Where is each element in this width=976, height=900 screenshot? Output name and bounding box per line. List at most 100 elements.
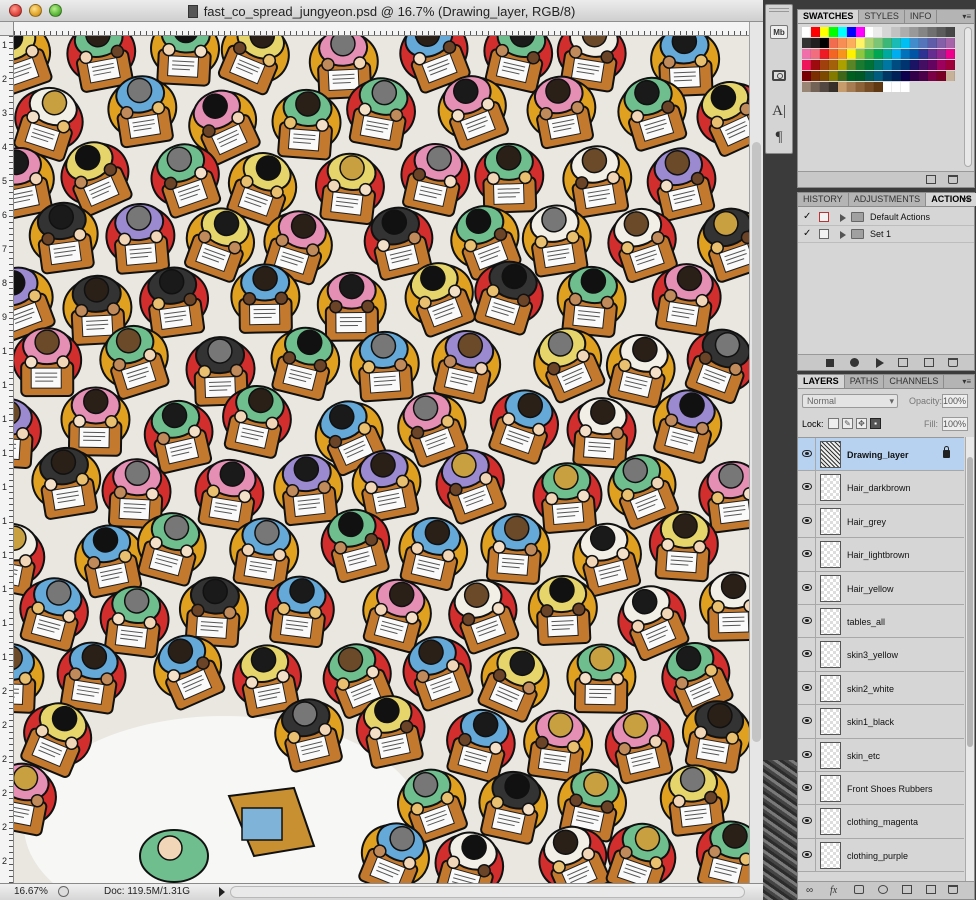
layer-thumbnail[interactable] (820, 441, 841, 468)
color-swatch[interactable] (829, 60, 838, 70)
color-swatch[interactable] (874, 27, 883, 37)
color-swatch[interactable] (838, 71, 847, 81)
color-swatch[interactable] (811, 49, 820, 59)
color-swatch[interactable] (901, 49, 910, 59)
color-swatch[interactable] (946, 60, 955, 70)
canvas[interactable] (14, 36, 749, 883)
eye-icon[interactable] (802, 850, 812, 858)
color-swatch[interactable] (811, 27, 820, 37)
color-swatch[interactable] (919, 60, 928, 70)
layers-scrollbar[interactable] (965, 437, 974, 883)
color-swatch[interactable] (901, 38, 910, 48)
eye-icon[interactable] (802, 483, 812, 491)
layers-scroll-thumb[interactable] (967, 457, 973, 747)
tab-swatches[interactable]: SWATCHES (798, 10, 860, 23)
eye-icon[interactable] (802, 817, 812, 825)
layer-thumbnail[interactable] (820, 841, 841, 869)
color-swatch[interactable] (892, 71, 901, 81)
adjustment-icon[interactable] (878, 885, 888, 894)
color-swatch[interactable] (865, 60, 874, 70)
trash-icon[interactable] (948, 175, 958, 184)
color-swatch[interactable] (937, 38, 946, 48)
eye-icon[interactable] (802, 650, 812, 658)
expand-triangle-icon[interactable] (840, 231, 846, 239)
color-swatch[interactable] (883, 82, 892, 92)
layer-row[interactable]: Drawing_layer (798, 438, 964, 472)
layer-thumbnail[interactable] (820, 474, 841, 502)
layer-thumbnail[interactable] (820, 507, 841, 535)
color-swatch[interactable] (847, 27, 856, 37)
color-swatch[interactable] (928, 38, 937, 48)
toggle-dialog-icon[interactable] (819, 212, 829, 222)
eye-icon[interactable] (802, 550, 812, 558)
tab-styles[interactable]: STYLES (859, 10, 905, 23)
color-swatch[interactable] (811, 60, 820, 70)
color-swatch[interactable] (946, 71, 955, 81)
color-swatch[interactable] (856, 27, 865, 37)
color-swatch[interactable] (892, 82, 901, 92)
fx-icon[interactable]: fx (830, 885, 837, 896)
color-swatch[interactable] (811, 82, 820, 92)
swatches-scrollbar[interactable] (964, 27, 972, 167)
stop-icon[interactable] (826, 359, 834, 367)
color-swatch[interactable] (919, 49, 928, 59)
mini-bridge-button[interactable]: Mb (770, 25, 788, 39)
eye-icon[interactable] (802, 717, 812, 725)
toggle-item-check[interactable]: ✓ (803, 212, 812, 222)
layer-thumbnail[interactable] (820, 574, 841, 602)
color-swatch[interactable] (901, 60, 910, 70)
eye-icon[interactable] (802, 516, 812, 524)
color-swatch[interactable] (883, 49, 892, 59)
color-swatch[interactable] (883, 60, 892, 70)
layer-thumbnail[interactable] (820, 774, 841, 802)
eye-icon[interactable] (802, 750, 812, 758)
color-swatch[interactable] (838, 27, 847, 37)
color-swatch[interactable] (919, 27, 928, 37)
tab-channels[interactable]: CHANNELS (884, 375, 945, 388)
vertical-scrollbar[interactable] (749, 22, 763, 883)
color-swatch[interactable] (892, 27, 901, 37)
vertical-ruler[interactable]: 1 2 3 4 5 6 7 8 9 1 1 1 1 1 1 1 1 1 1 2 2 2 2 2 2 (0, 36, 14, 883)
color-swatch[interactable] (910, 49, 919, 59)
opacity-field[interactable]: 100% (942, 394, 968, 408)
color-swatch[interactable] (874, 38, 883, 48)
color-swatch[interactable] (856, 82, 865, 92)
action-set-row[interactable]: ✓ Default Actions (798, 209, 974, 226)
layer-row[interactable]: skin_etc (798, 738, 964, 772)
color-swatch[interactable] (892, 60, 901, 70)
color-swatch[interactable] (919, 38, 928, 48)
title-bar[interactable]: fast_co_spread_jungyeon.psd @ 16.7% (Dra… (0, 0, 763, 22)
new-action-icon[interactable] (924, 358, 934, 367)
layer-thumbnail[interactable] (820, 808, 841, 836)
play-icon[interactable] (876, 358, 884, 368)
horizontal-ruler[interactable] (14, 22, 749, 36)
eye-icon[interactable] (802, 683, 812, 691)
color-swatch[interactable] (847, 82, 856, 92)
trash-icon[interactable] (948, 885, 958, 894)
color-swatch[interactable] (811, 38, 820, 48)
lock-image-icon[interactable]: ✎ (842, 418, 853, 429)
group-icon[interactable] (902, 885, 912, 894)
color-swatch[interactable] (838, 38, 847, 48)
dock-grip[interactable] (769, 8, 789, 12)
color-swatch[interactable] (820, 71, 829, 81)
color-swatch[interactable] (910, 60, 919, 70)
color-swatch[interactable] (802, 27, 811, 37)
color-swatch[interactable] (865, 82, 874, 92)
color-swatch[interactable] (901, 27, 910, 37)
fill-field[interactable]: 100% (942, 417, 968, 431)
color-swatch[interactable] (820, 82, 829, 92)
layer-thumbnail[interactable] (820, 708, 841, 736)
color-swatch[interactable] (856, 60, 865, 70)
color-swatch[interactable] (820, 38, 829, 48)
tab-paths[interactable]: PATHS (845, 375, 885, 388)
color-swatch[interactable] (928, 27, 937, 37)
layer-thumbnail[interactable] (820, 541, 841, 569)
new-swatch-icon[interactable] (926, 175, 936, 184)
layer-row[interactable]: clothing_magenta (798, 805, 964, 839)
color-swatch[interactable] (820, 49, 829, 59)
color-swatch[interactable] (865, 49, 874, 59)
layer-row[interactable]: skin2_white (798, 671, 964, 706)
color-swatch[interactable] (820, 27, 829, 37)
toggle-item-check[interactable]: ✓ (803, 229, 812, 239)
